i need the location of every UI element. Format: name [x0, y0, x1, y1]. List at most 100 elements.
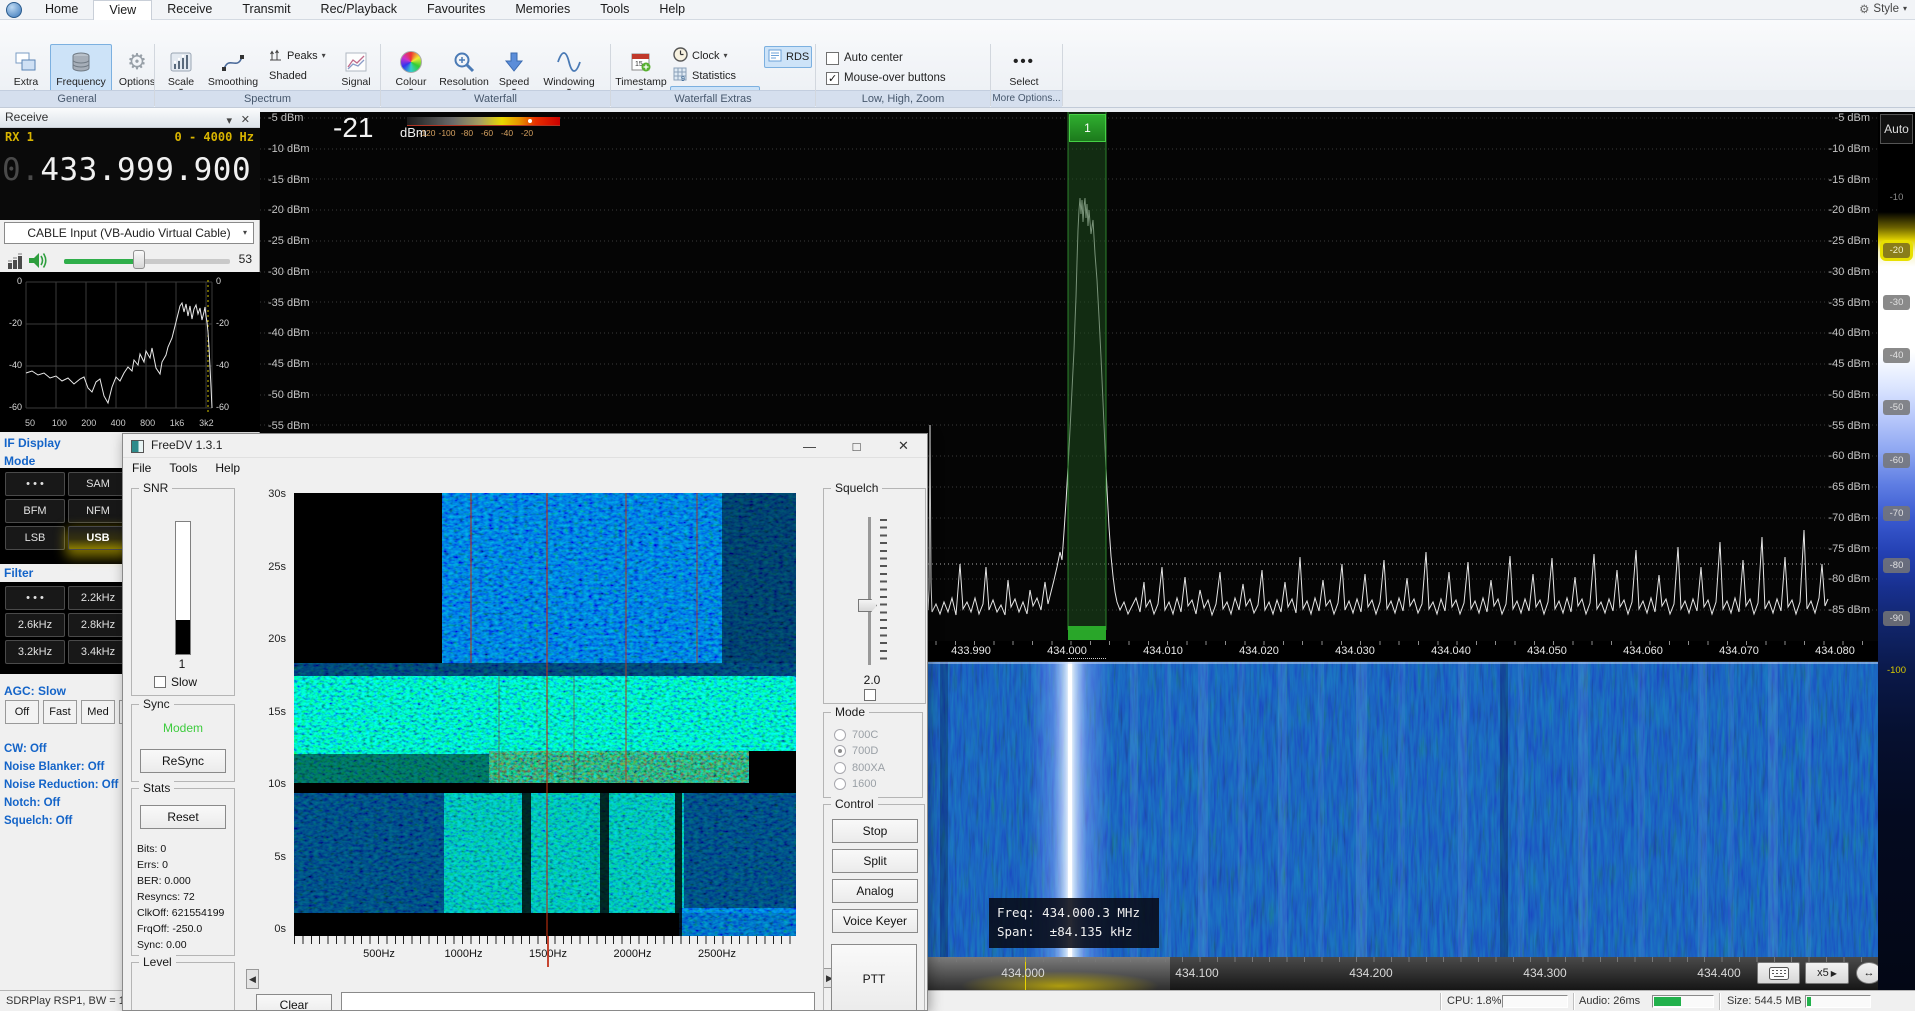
mode-button[interactable]: USB — [68, 526, 128, 550]
mode-button[interactable]: LSB — [5, 526, 65, 550]
menu-item[interactable]: File — [123, 458, 160, 480]
frequency-display[interactable]: RX 1 0 - 4000 Hz 0.433.999.900 — [0, 128, 260, 220]
dsp-status-line[interactable]: Noise Blanker: Off — [4, 758, 118, 776]
ribbon-tab[interactable]: View — [93, 0, 152, 20]
close-icon[interactable]: ✕ — [880, 434, 927, 458]
filter-button[interactable]: 2.6kHz — [5, 613, 65, 637]
colorbar-marker-icon[interactable] — [528, 119, 532, 123]
filter-buttons: • • •2.2kHz2.6kHz2.8kHz3.2kHz3.4kHz — [5, 586, 128, 664]
style-menu[interactable]: ⚙ Style ▾ — [1859, 2, 1907, 16]
shaded-button[interactable]: Shaded — [266, 66, 332, 86]
size-bar — [1805, 995, 1871, 1008]
reset-button[interactable]: Reset — [140, 805, 226, 829]
freedv-mode-label: Mode — [831, 705, 869, 719]
freedv-waterfall[interactable] — [294, 493, 796, 936]
level-chip[interactable]: -60 — [1883, 453, 1910, 468]
clear-button[interactable]: Clear — [256, 994, 332, 1011]
mode-button[interactable]: SAM — [68, 472, 128, 496]
x-axis-label: 3k2 — [199, 418, 214, 428]
ribbon-tab[interactable]: Transmit — [227, 0, 305, 20]
waterfall-colorbar[interactable] — [407, 117, 560, 126]
mouse-over-buttons-checkbox[interactable]: Mouse-over buttons — [826, 68, 946, 88]
mode-section-label[interactable]: Mode — [4, 454, 35, 468]
app-menu-button[interactable] — [6, 2, 22, 18]
mode-radio[interactable]: 700D — [834, 744, 878, 759]
rds-button[interactable]: RDS — [764, 46, 812, 68]
maximize-icon[interactable]: □ — [833, 434, 880, 458]
time-label: 0s — [274, 923, 286, 935]
peaks-button[interactable]: Peaks ▾ — [266, 46, 332, 66]
ribbon-tab[interactable]: Receive — [152, 0, 227, 20]
freedv-text-field[interactable] — [341, 992, 815, 1011]
meter-bars-icon[interactable] — [6, 251, 24, 274]
agc-button[interactable]: Med — [81, 700, 115, 724]
level-chip[interactable]: -30 — [1883, 295, 1910, 310]
mode-button[interactable]: BFM — [5, 499, 65, 523]
mode-radio[interactable]: 700C — [834, 727, 878, 742]
calendar-icon: 15 — [629, 48, 653, 76]
if-display-label[interactable]: IF Display — [4, 436, 61, 450]
agc-button[interactable]: Off — [5, 700, 39, 724]
tab-scroll-left-icon[interactable]: ◀ — [246, 969, 259, 989]
agc-label[interactable]: AGC: Slow — [4, 684, 66, 698]
frequency-digits[interactable]: 0.433.999.900 — [2, 152, 251, 188]
ribbon-tab[interactable]: Favourites — [412, 0, 500, 20]
filter-button[interactable]: 3.4kHz — [68, 640, 128, 664]
resync-button[interactable]: ReSync — [140, 749, 226, 773]
dsp-status-line[interactable]: CW: Off — [4, 740, 118, 758]
filter-button[interactable]: 2.8kHz — [68, 613, 128, 637]
mode-radio[interactable]: 1600 — [834, 777, 876, 792]
squelch-slider-track[interactable] — [868, 517, 871, 665]
level-chip[interactable]: -70 — [1883, 506, 1910, 521]
frequency-label: 434.200 — [1349, 966, 1392, 980]
rx-channel-marker[interactable]: 1 — [1069, 114, 1106, 142]
filter-button[interactable]: 3.2kHz — [5, 640, 65, 664]
speaker-icon[interactable] — [27, 250, 49, 274]
squelch-checkbox[interactable] — [864, 689, 876, 701]
pan-button[interactable]: ↔ — [1856, 962, 1878, 984]
control-button[interactable]: Split — [832, 849, 918, 873]
frequency-label: 500Hz — [363, 948, 395, 960]
filter-section-label[interactable]: Filter — [4, 566, 33, 580]
level-chip[interactable]: -50 — [1883, 400, 1910, 415]
auto-center-checkbox[interactable]: Auto center — [826, 48, 946, 68]
level-chip[interactable]: -10 — [1883, 190, 1910, 205]
ribbon-tab[interactable]: Home — [30, 0, 93, 20]
ribbon-tab[interactable]: Rec/Playback — [306, 0, 412, 20]
ribbon-tab[interactable]: Memories — [500, 0, 585, 20]
ribbon-tab[interactable]: Help — [644, 0, 700, 20]
agc-button[interactable]: Fast — [43, 700, 77, 724]
frequency-label: 434.080 — [1815, 645, 1855, 657]
mode-button[interactable]: NFM — [68, 499, 128, 523]
squelch-slider-thumb[interactable] — [858, 599, 877, 612]
ptt-button[interactable]: PTT — [831, 944, 917, 1011]
level-chip[interactable]: -20 — [1883, 243, 1910, 258]
dbm-label: -35 dBm — [1828, 297, 1870, 309]
level-chip[interactable]: -100 — [1883, 663, 1910, 678]
audio-device-dropdown[interactable]: CABLE Input (VB-Audio Virtual Cable) ▾ — [4, 222, 254, 244]
volume-slider[interactable] — [64, 259, 230, 264]
minimize-icon[interactable]: — — [786, 434, 833, 458]
zoom-button[interactable]: x5 ▶ — [1805, 962, 1849, 984]
filter-button[interactable]: • • • — [5, 586, 65, 610]
ribbon-tab[interactable]: Tools — [585, 0, 644, 20]
level-chip[interactable]: -40 — [1883, 348, 1910, 363]
keyboard-entry-button[interactable] — [1757, 962, 1800, 984]
dsp-status-line[interactable]: Noise Reduction: Off — [4, 776, 118, 794]
control-button[interactable]: Stop — [832, 819, 918, 843]
volume-slider-thumb[interactable] — [133, 250, 145, 269]
clock-button[interactable]: Clock ▾ — [670, 46, 760, 66]
control-button[interactable]: Voice Keyer — [832, 909, 918, 933]
dsp-status-line[interactable]: Notch: Off — [4, 794, 118, 812]
frequency-label: 434.030 — [1335, 645, 1375, 657]
level-chip[interactable]: -80 — [1883, 558, 1910, 573]
level-chip[interactable]: -90 — [1883, 611, 1910, 626]
menu-item[interactable]: Tools — [160, 458, 206, 480]
control-button[interactable]: Analog — [832, 879, 918, 903]
filter-button[interactable]: 2.2kHz — [68, 586, 128, 610]
snr-slow-checkbox[interactable]: Slow — [154, 675, 197, 689]
mode-button[interactable]: • • • — [5, 472, 65, 496]
dsp-status-line[interactable]: Squelch: Off — [4, 812, 118, 830]
mode-radio[interactable]: 800XA — [834, 760, 885, 775]
statistics-button[interactable]: 9 Statistics — [670, 66, 760, 86]
